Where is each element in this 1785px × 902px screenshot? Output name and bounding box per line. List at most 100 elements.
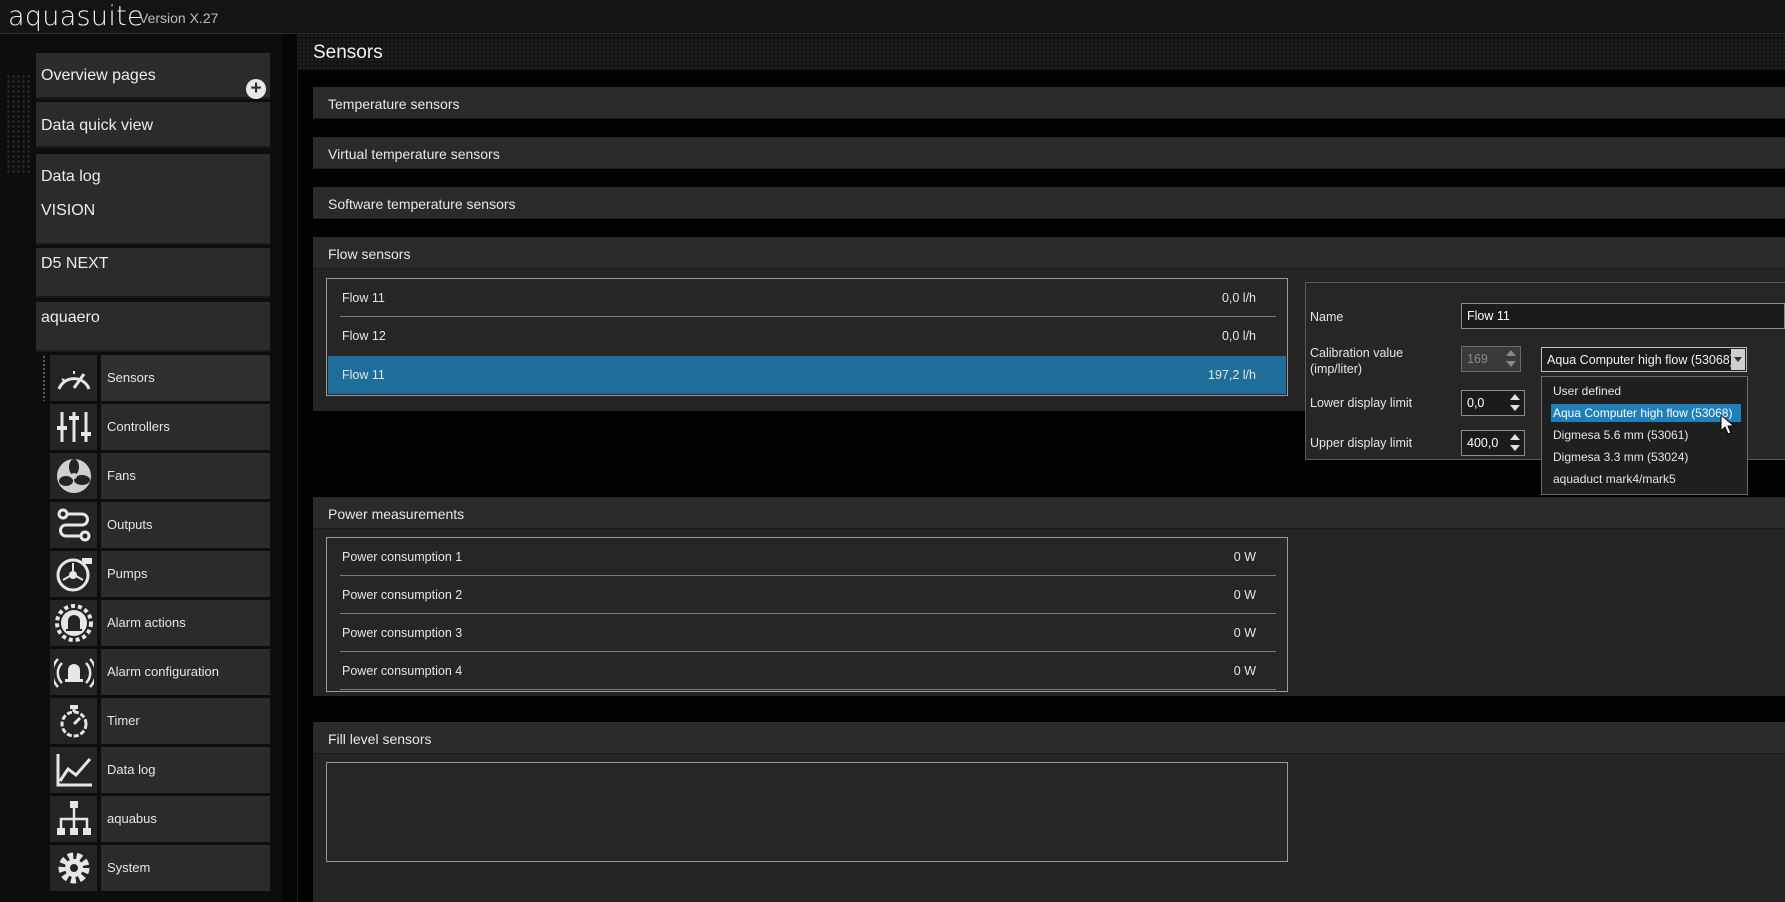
sidebar-item-timer[interactable]: Timer xyxy=(50,698,270,744)
stepper-up-icon xyxy=(1510,434,1520,440)
mouse-cursor-icon xyxy=(1720,414,1736,435)
sliders-icon xyxy=(50,404,97,450)
add-overview-page-button[interactable]: + xyxy=(246,79,266,99)
flow-sensor-row[interactable]: Flow 11 0,0 l/h xyxy=(328,279,1286,317)
outputs-icon xyxy=(50,502,97,548)
stopwatch-icon xyxy=(50,698,97,744)
title-bar: aquasuite Version X.27 xyxy=(0,0,1785,34)
sidebar-item-label: Data log xyxy=(107,762,156,777)
sidebar-item-vision[interactable]: VISION xyxy=(36,195,270,245)
section-fill-level-sensors[interactable]: Fill level sensors xyxy=(313,722,1785,754)
chevron-down-icon[interactable] xyxy=(1731,349,1745,370)
sidebar-item-sensors[interactable]: Sensors xyxy=(50,355,270,401)
sidebar-item-pumps[interactable]: Pumps xyxy=(50,551,270,597)
section-title: Software temperature sensors xyxy=(328,196,516,212)
stepper-up-icon xyxy=(1506,350,1516,356)
dropdown-option[interactable]: User defined xyxy=(1551,382,1623,400)
sidebar-item-label: D5 NEXT xyxy=(41,255,109,272)
upper-limit-label: Upper display limit xyxy=(1310,436,1413,450)
flow-sensor-name: Flow 11 xyxy=(342,291,385,305)
line-chart-icon xyxy=(50,747,97,793)
section-title: Virtual temperature sensors xyxy=(328,146,500,162)
sidebar-item-label: VISION xyxy=(41,202,96,219)
hierarchy-icon xyxy=(50,796,97,842)
flow-sensor-value: 0,0 l/h xyxy=(1221,291,1256,305)
sidebar-item-data-log[interactable]: Data log xyxy=(50,747,270,793)
section-title: Fill level sensors xyxy=(328,731,432,747)
sidebar-item-overview-pages[interactable]: Overview pages + xyxy=(36,53,270,99)
sidebar-item-label: Overview pages xyxy=(41,67,156,84)
upper-limit-stepper[interactable] xyxy=(1507,431,1523,455)
sidebar-item-alarm-actions[interactable]: Alarm actions xyxy=(50,600,270,646)
power-value: 0 W xyxy=(1233,664,1256,678)
fan-icon xyxy=(50,453,97,499)
sidebar-item-label: aquaero xyxy=(41,309,100,326)
section-title: Temperature sensors xyxy=(328,96,460,112)
sidebar-item-alarm-configuration[interactable]: Alarm configuration xyxy=(50,649,270,695)
power-row[interactable]: Power consumption 3 0 W xyxy=(328,614,1286,652)
lower-limit-label: Lower display limit xyxy=(1310,396,1413,410)
alarm-bell-gear-icon xyxy=(50,600,97,646)
fill-level-body xyxy=(313,754,1785,902)
flow-sensors-list: Flow 11 0,0 l/h Flow 12 0,0 l/h Flow 11 … xyxy=(326,278,1288,396)
sidebar-item-fans[interactable]: Fans xyxy=(50,453,270,499)
flow-sensor-row-selected[interactable]: Flow 11 197,2 l/h xyxy=(328,356,1286,394)
flow-sensor-row[interactable]: Flow 12 0,0 l/h xyxy=(328,317,1286,355)
lower-limit-stepper[interactable] xyxy=(1507,391,1523,415)
sidebar-item-label: Outputs xyxy=(107,517,153,532)
flow-sensor-name: Flow 11 xyxy=(342,368,385,382)
lower-limit-value: 0,0 xyxy=(1467,396,1485,410)
power-name: Power consumption 2 xyxy=(342,588,463,602)
dropdown-option[interactable]: Digmesa 3.3 mm (53024) xyxy=(1551,448,1690,466)
sidebar-item-controllers[interactable]: Controllers xyxy=(50,404,270,450)
dropdown-option[interactable]: aquaduct mark4/mark5 xyxy=(1551,470,1678,488)
page-header: Sensors xyxy=(298,34,1785,70)
section-power-measurements[interactable]: Power measurements xyxy=(313,497,1785,529)
section-temperature-sensors[interactable]: Temperature sensors xyxy=(313,87,1785,119)
power-value: 0 W xyxy=(1233,588,1256,602)
power-row[interactable]: Power consumption 4 0 W xyxy=(328,652,1286,690)
calibration-unit-label: (imp/liter) xyxy=(1310,362,1363,376)
power-value: 0 W xyxy=(1233,550,1256,564)
app-version: Version X.27 xyxy=(139,10,219,26)
power-row[interactable]: Power consumption 1 0 W xyxy=(328,538,1286,576)
sensor-type-selected: Aqua Computer high flow (53068) xyxy=(1547,353,1734,367)
sensor-type-dropdown: User defined Aqua Computer high flow (53… xyxy=(1541,376,1748,495)
sidebar-decoration xyxy=(6,74,30,174)
gear-icon xyxy=(50,845,97,891)
stepper-down-icon xyxy=(1510,405,1520,411)
power-name: Power consumption 3 xyxy=(342,626,463,640)
sidebar-item-label: Data log xyxy=(41,168,101,185)
sensor-type-select[interactable]: Aqua Computer high flow (53068) xyxy=(1541,347,1747,372)
sidebar-item-d5-next[interactable]: D5 NEXT xyxy=(36,248,270,298)
power-name: Power consumption 4 xyxy=(342,664,463,678)
power-measurements-body: Power consumption 1 0 W Power consumptio… xyxy=(313,529,1785,696)
row-divider xyxy=(340,689,1276,690)
power-measurements-list: Power consumption 1 0 W Power consumptio… xyxy=(326,537,1288,692)
power-name: Power consumption 1 xyxy=(342,550,463,564)
sidebar-divider xyxy=(282,34,298,902)
pump-icon xyxy=(50,551,97,597)
section-virtual-temperature-sensors[interactable]: Virtual temperature sensors xyxy=(313,137,1785,169)
dropdown-option-selected[interactable]: Aqua Computer high flow (53068) xyxy=(1551,404,1741,422)
section-software-temperature-sensors[interactable]: Software temperature sensors xyxy=(313,187,1785,219)
power-row[interactable]: Power consumption 2 0 W xyxy=(328,576,1286,614)
sidebar-item-label: aquabus xyxy=(107,811,157,826)
sidebar: Overview pages + Data quick view Data lo… xyxy=(0,34,298,902)
calibration-stepper[interactable] xyxy=(1503,347,1519,371)
sidebar-item-aquabus[interactable]: aquabus xyxy=(50,796,270,842)
name-field-value: Flow 11 xyxy=(1467,309,1510,323)
flow-sensor-name: Flow 12 xyxy=(342,329,386,343)
sidebar-item-system[interactable]: System xyxy=(50,845,270,891)
sidebar-item-data-log-top[interactable]: Data log xyxy=(36,154,270,197)
active-item-marker xyxy=(42,355,46,401)
sidebar-item-data-quick-view[interactable]: Data quick view xyxy=(36,102,270,148)
stepper-down-icon xyxy=(1510,445,1520,451)
calibration-value: 169 xyxy=(1467,352,1488,366)
dropdown-option[interactable]: Digmesa 5.6 mm (53061) xyxy=(1551,426,1690,444)
sidebar-item-label: Alarm configuration xyxy=(107,664,219,679)
section-flow-sensors[interactable]: Flow sensors xyxy=(313,237,1785,269)
sidebar-item-outputs[interactable]: Outputs xyxy=(50,502,270,548)
name-field[interactable]: Flow 11 xyxy=(1461,303,1785,329)
sidebar-item-aquaero[interactable]: aquaero xyxy=(36,302,270,352)
